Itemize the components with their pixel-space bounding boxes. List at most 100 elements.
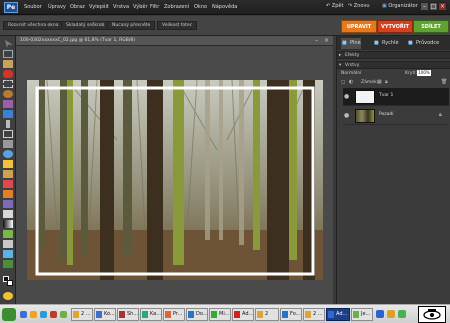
zoom-tool-icon[interactable] [3,50,13,58]
brush-tool-icon[interactable] [3,190,13,198]
taskbar-button[interactable]: 2 ... [303,308,325,321]
menu-image[interactable]: Obraz [70,4,85,10]
taskbar-button-active[interactable]: Ad... [326,308,350,321]
blend-mode-select[interactable]: Normální [341,71,361,76]
layer-visibility-eye-icon[interactable]: ● [344,93,351,100]
lock-transparent-icon[interactable]: ▦ [377,79,382,85]
lasso-tool-icon[interactable] [3,90,13,98]
taskbar-button[interactable]: Fo... [280,308,302,321]
close-button[interactable]: × [438,2,447,11]
menu-edit[interactable]: Úpravy [48,4,66,10]
tab-guided[interactable]: ■ Průvodce [407,38,439,49]
red-eye-tool-icon[interactable] [3,150,13,158]
healing-brush-tool-icon[interactable] [3,160,13,168]
tray-network-icon[interactable] [376,310,384,318]
taskbar-button[interactable]: Je... [351,308,373,321]
background-color-swatch[interactable] [7,280,13,286]
taskbar-button[interactable]: Mi... [209,308,231,321]
menu-window[interactable]: Okno [194,4,207,10]
undo-label: Zpět [331,3,344,9]
tab-full[interactable]: ■ Plné [341,38,361,49]
menu-help[interactable]: Nápověda [212,4,237,10]
menu-layer[interactable]: Vrstva [113,4,129,10]
hand-tool-icon[interactable] [3,60,13,68]
menu-filter[interactable]: Filtr [150,4,159,10]
pencil-tool-icon[interactable] [3,260,13,268]
document-minimize-icon[interactable]: – [315,37,318,44]
new-layer-icon[interactable]: ◻ [341,79,345,85]
undo-button[interactable]: ↶ Zpět [326,3,343,9]
taskbar-button[interactable]: Ka... [140,308,162,321]
type-tool-icon[interactable] [6,120,10,128]
menu-view[interactable]: Zobrazení [164,4,189,10]
start-button[interactable] [2,308,16,321]
move-tool-icon[interactable] [5,40,13,48]
smart-brush-tool-icon[interactable] [3,200,13,208]
photo-size-button[interactable]: Velikost fotec [157,21,198,30]
taskbar-button-label: Ka... [150,311,162,317]
folder-quicklaunch-icon[interactable] [30,311,37,318]
mode-create-button[interactable]: VYTVOŘIT [377,20,413,33]
organizer-button[interactable]: ▣ Organizátor [382,3,418,9]
tab-quick[interactable]: ■ Rychlé [373,38,399,49]
taskbar-button[interactable]: 2 ... [71,308,93,321]
blur-tool-icon[interactable] [3,240,13,248]
tray-app-icon[interactable] [398,310,406,318]
menu-enhance[interactable]: Vylepšit [89,4,109,10]
clone-stamp-tool-icon[interactable] [3,170,13,178]
minimize-button[interactable]: – [420,2,429,11]
organizer-icon: ▣ [382,3,387,9]
taskbar-button[interactable]: Ad... [232,308,254,321]
menu-select[interactable]: Výběr [133,4,148,10]
mode-edit-button[interactable]: UPRAVIT [341,20,377,33]
layers-panel-header[interactable]: ▾ Vrstvy [337,61,450,69]
marquee-tool-icon[interactable] [3,80,13,88]
delete-layer-icon[interactable]: 🗑︎ [441,79,447,85]
window-icon [165,311,171,318]
taskbar-button[interactable]: Pr... [163,308,185,321]
taskbar-button[interactable]: Sh... [117,308,139,321]
sponge-tool-icon[interactable] [3,250,13,258]
taskbar-button-label: 2 ... [81,311,91,317]
taskbar-button[interactable]: Do... [186,308,208,321]
mode-share-button[interactable]: SDÍLET [413,20,449,33]
magic-wand-tool-icon[interactable] [3,100,13,108]
layer-row-shape[interactable]: ● Tvar 1 [343,88,449,106]
taskbar-button-label: Pr... [173,311,183,317]
maximize-button[interactable]: □ [429,2,438,11]
taskbar-button[interactable]: 2 W... [255,308,279,321]
adjustment-layer-icon[interactable]: ◐ [349,79,353,85]
desktop-quicklaunch-icon[interactable] [40,311,47,318]
document-tab[interactable]: 100-0302xxxxxxC_02.jpg @ 61,8% (Tvar 1, … [16,36,333,46]
app-logo: Pe [4,2,18,13]
window-icon [234,311,240,318]
shape-tool-icon[interactable] [3,230,13,238]
match-button[interactable]: Nucaný přesněte [107,21,156,30]
app-quicklaunch-icon[interactable] [60,311,67,318]
effects-panel-header[interactable]: ▸ Efekty [337,51,450,59]
media-quicklaunch-icon[interactable] [50,311,57,318]
eraser-tool-icon[interactable] [3,180,13,188]
opacity-input[interactable]: 100% [417,70,431,76]
menu-file[interactable]: Soubor [24,4,42,10]
window-icon [73,311,79,318]
eyedropper-tool-icon[interactable] [3,70,13,78]
tile-button[interactable]: Skladatý seškrob [61,21,110,30]
color-swap-icon[interactable] [3,292,13,300]
paint-bucket-tool-icon[interactable] [3,210,13,218]
cookie-cutter-tool-icon[interactable] [3,140,13,148]
gradient-tool-icon[interactable] [3,220,13,228]
ie-quicklaunch-icon[interactable] [20,311,27,318]
tray-volume-icon[interactable] [387,310,395,318]
document-close-icon[interactable]: × [324,37,329,44]
camera-icon[interactable] [418,306,446,323]
arrange-windows-button[interactable]: Rozvrsit všechna okna [3,21,64,30]
selection-brush-tool-icon[interactable] [3,110,13,118]
redo-button[interactable]: ↷ Znovu [348,3,370,9]
background-visibility-eye-icon[interactable]: ● [344,112,351,119]
tab-full-label: Plné [350,40,361,46]
layer-row-background[interactable]: ● Pozadí 🔒︎ [343,107,449,125]
lock-all-icon[interactable]: 🔒︎ [385,79,388,85]
taskbar-button[interactable]: Ko... [94,308,116,321]
crop-tool-icon[interactable] [3,130,13,138]
